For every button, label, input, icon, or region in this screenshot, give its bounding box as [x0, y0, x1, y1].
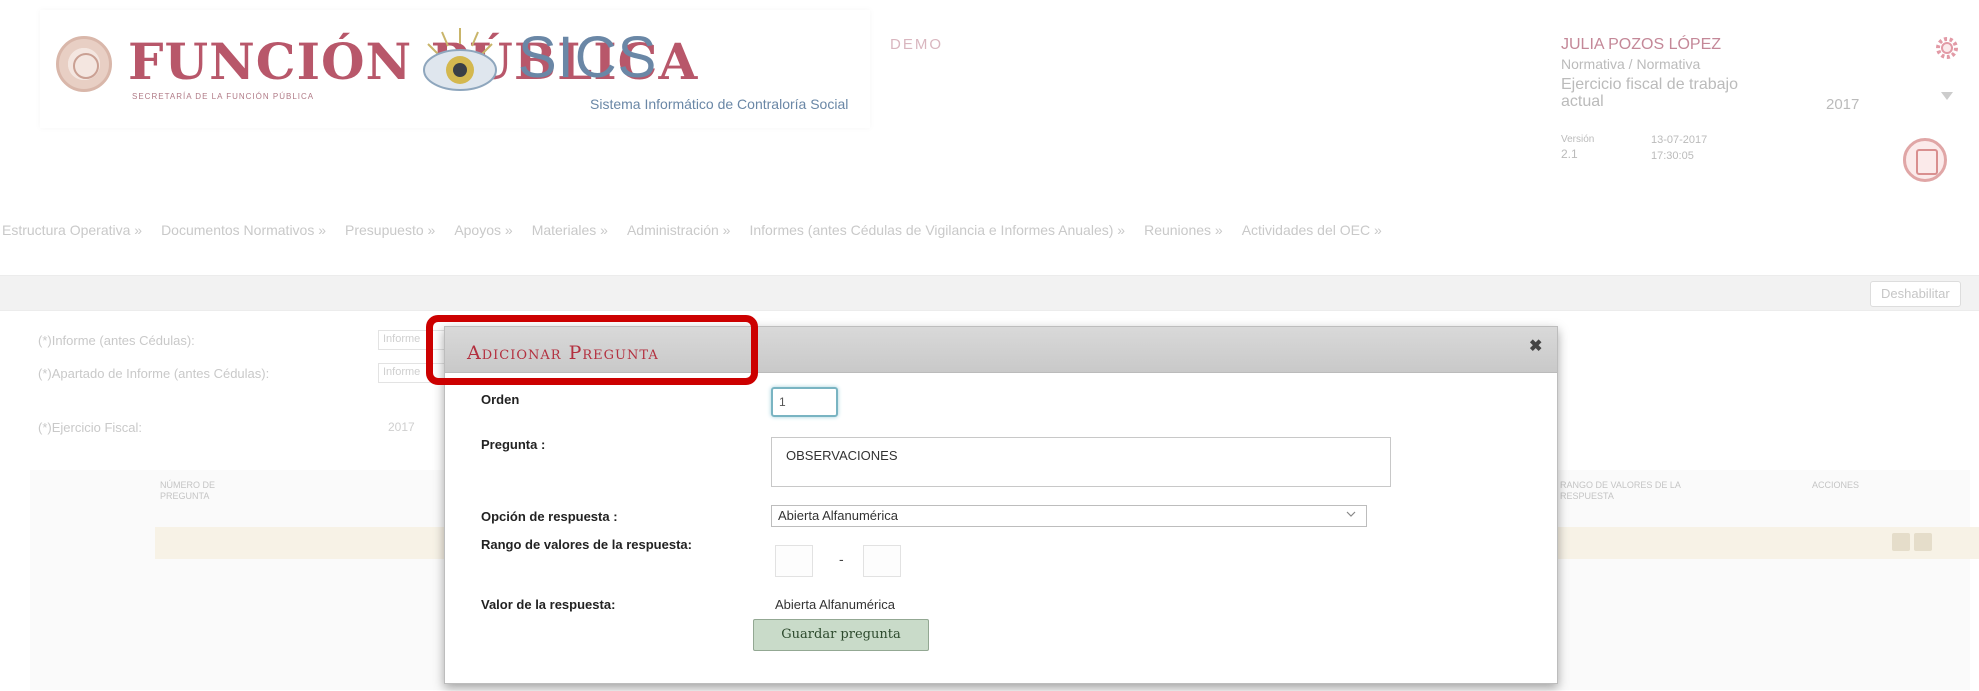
- chevron-down-icon: [1346, 511, 1356, 517]
- version-label: Versión: [1561, 134, 1595, 145]
- pregunta-label: Pregunta :: [481, 437, 546, 452]
- edit-icon[interactable]: [1892, 533, 1910, 551]
- session-date: 13-07-2017: [1651, 134, 1708, 146]
- ejercicio-label: (*)Ejercicio Fiscal:: [38, 420, 143, 435]
- modal-title: Adicionar Pregunta: [467, 342, 659, 364]
- gear-icon[interactable]: [1935, 36, 1959, 60]
- column-header-rango: RANGO DE VALORES DE LA RESPUESTA: [1560, 480, 1681, 501]
- user-name: JULIA POZOS LÓPEZ: [1561, 36, 1722, 53]
- logout-icon[interactable]: [1903, 138, 1947, 182]
- sics-subtitle: Sistema Informático de Contraloría Socia…: [590, 96, 849, 112]
- funcion-publica-subtitle: SECRETARÍA DE LA FUNCIÓN PÚBLICA: [132, 92, 315, 101]
- environment-label: DEMO: [890, 36, 943, 53]
- menu-item-actividades-oec[interactable]: Actividades del OEC »: [1242, 222, 1382, 246]
- menu-item-materiales[interactable]: Materiales »: [532, 222, 608, 246]
- delete-icon[interactable]: [1914, 533, 1932, 551]
- orden-label: Orden: [481, 392, 520, 407]
- header-logo-area: FUNCIÓN PÚBLICA SECRETARÍA DE LA FUNCIÓN…: [40, 10, 870, 128]
- close-icon[interactable]: ✖: [1529, 339, 1545, 355]
- rango-label: Rango de valores de la respuesta:: [481, 537, 692, 552]
- valor-respuesta-value: Abierta Alfanumérica: [775, 597, 895, 612]
- apartado-label: (*)Apartado de Informe (antes Cédulas):: [38, 366, 270, 381]
- government-seal-icon: [56, 36, 112, 92]
- rango-separator: -: [839, 551, 844, 567]
- add-question-modal: Adicionar Pregunta ✖ Orden 1 Pregunta : …: [444, 326, 1558, 684]
- toolbar: Deshabilitar: [0, 275, 1979, 311]
- modal-header: Adicionar Pregunta ✖: [445, 327, 1557, 373]
- user-role: Normativa / Normativa: [1561, 56, 1701, 72]
- apartado-select[interactable]: Informe: [378, 363, 448, 383]
- menu-item-reuniones[interactable]: Reuniones »: [1144, 222, 1223, 246]
- informe-select[interactable]: Informe: [378, 330, 448, 350]
- opcion-respuesta-label: Opción de respuesta :: [481, 509, 618, 524]
- menu-item-apoyos[interactable]: Apoyos »: [454, 222, 512, 246]
- main-menu: Estructura Operativa » Documentos Normat…: [0, 222, 1979, 246]
- menu-item-documentos-normativos[interactable]: Documentos Normativos »: [161, 222, 326, 246]
- valor-respuesta-label: Valor de la respuesta:: [481, 597, 616, 612]
- fiscal-year-value: 2017: [1826, 96, 1860, 113]
- informe-label: (*)Informe (antes Cédulas):: [38, 333, 195, 348]
- opcion-respuesta-value: Abierta Alfanumérica: [778, 508, 898, 523]
- sics-logo-text: SICS: [518, 25, 658, 90]
- save-question-button[interactable]: Guardar pregunta: [753, 619, 929, 651]
- column-header-acciones: ACCIONES: [1812, 480, 1860, 490]
- fiscal-year-label: Ejercicio fiscal de trabajo actual: [1561, 76, 1738, 110]
- ejercicio-value: 2017: [388, 420, 415, 434]
- session-time: 17:30:05: [1651, 150, 1694, 162]
- row-actions: [1892, 533, 1936, 553]
- rango-max-input[interactable]: [863, 545, 901, 577]
- rango-min-input[interactable]: [775, 545, 813, 577]
- version-value: 2.1: [1561, 147, 1578, 161]
- menu-item-administracion[interactable]: Administración »: [627, 222, 731, 246]
- pregunta-input[interactable]: OBSERVACIONES: [771, 437, 1391, 487]
- menu-item-estructura-operativa[interactable]: Estructura Operativa »: [2, 222, 142, 246]
- menu-item-presupuesto[interactable]: Presupuesto »: [345, 222, 435, 246]
- opcion-respuesta-select[interactable]: Abierta Alfanumérica: [771, 505, 1367, 527]
- orden-input[interactable]: 1: [771, 387, 838, 417]
- menu-item-informes[interactable]: Informes (antes Cédulas de Vigilancia e …: [749, 222, 1125, 246]
- caret-down-icon[interactable]: [1939, 90, 1955, 102]
- column-header-numero: NÚMERO DE PREGUNTA: [160, 480, 216, 501]
- sics-eye-icon: [423, 28, 497, 91]
- disable-button[interactable]: Deshabilitar: [1870, 281, 1961, 307]
